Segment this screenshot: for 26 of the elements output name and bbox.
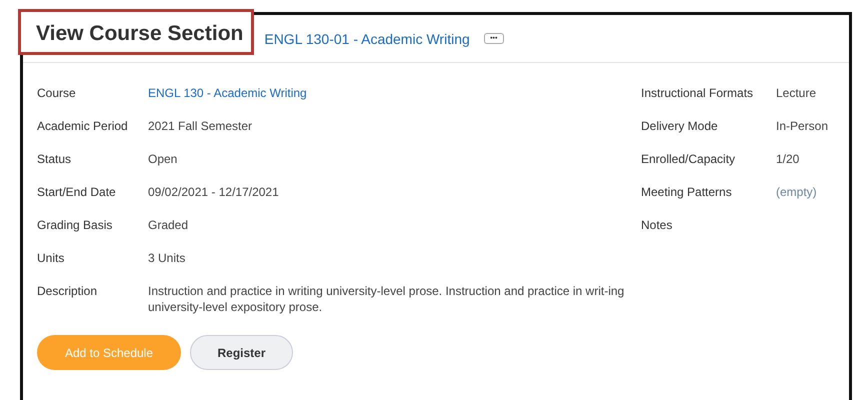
field-label: Academic Period <box>37 118 129 134</box>
field-value: In-Person <box>776 118 830 134</box>
field-label: Meeting Patterns <box>641 184 733 200</box>
field-label: Enrolled/Capacity <box>641 151 736 167</box>
field-value: 2021 Fall Semester <box>148 118 254 134</box>
field-label: Notes <box>641 217 674 233</box>
field-label: Description <box>37 283 98 300</box>
field-label: Grading Basis <box>37 217 114 233</box>
field-value: 09/02/2021 - 12/17/2021 <box>148 184 280 200</box>
field-label: Status <box>37 151 72 167</box>
field-value: Graded <box>148 217 190 233</box>
field-label: Start/End Date <box>37 184 117 200</box>
field-value: (empty) <box>776 184 818 200</box>
field-label: Units <box>37 250 66 266</box>
field-label: Delivery Mode <box>641 118 719 134</box>
field-value: Instruction and practice in writing university-level prose. Instruction and practice in writ-ing university-level expository prose. <box>148 283 626 315</box>
field-label: Course <box>37 85 77 101</box>
page-title: View Course Section <box>18 8 254 54</box>
register-button[interactable]: Register <box>190 335 293 370</box>
course-link[interactable]: ENGL 130 - Academic Writing <box>148 85 641 101</box>
field-value: Open <box>148 151 178 167</box>
field-label: Instructional Formats <box>641 85 754 101</box>
field-value: 3 Units <box>148 250 186 266</box>
field-value: Lecture <box>776 85 818 101</box>
field-value: 1/20 <box>776 151 800 167</box>
section-link[interactable]: ENGL 130-01 - Academic Writing <box>264 30 470 46</box>
